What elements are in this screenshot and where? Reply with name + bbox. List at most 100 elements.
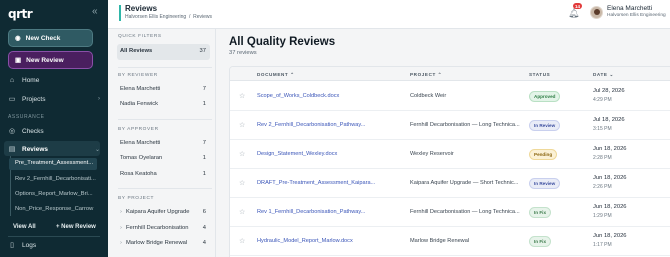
column-header-label: PROJECT	[410, 72, 436, 77]
filter-count: 7	[202, 86, 206, 92]
new-review-link[interactable]: + New Review	[56, 224, 96, 230]
log-icon: ▯	[10, 242, 14, 249]
status-badge: In Fix	[529, 236, 551, 247]
view-all-link[interactable]: View All	[13, 224, 36, 230]
by-reviewer-label: BY REVIEWER	[118, 73, 158, 78]
filter-approver[interactable]: Rosa Keatoha 1	[120, 171, 206, 177]
home-icon: ⌂	[9, 77, 15, 84]
document-link[interactable]: Rev 2_Fernhill_Decarbonisation_Pathway..…	[257, 122, 397, 128]
app-logo[interactable]: qrtr	[8, 7, 33, 21]
star-icon[interactable]: ☆	[239, 121, 245, 129]
recent-review-item[interactable]: Non_Price_Response_Carrow	[15, 206, 97, 212]
chevron-right-icon: ›	[120, 240, 122, 246]
filter-project[interactable]: › Kaipara Aquifer Upgrade 6	[120, 209, 206, 215]
reviews-count: 37 reviews	[229, 50, 257, 56]
filter-count: 6	[202, 209, 206, 215]
filter-project[interactable]: › Marlow Bridge Renewal 4	[120, 240, 206, 246]
check-circle-icon: ◉	[15, 35, 21, 42]
by-project-label: BY PROJECT	[118, 196, 155, 201]
column-header-project[interactable]: PROJECT ⌃	[410, 72, 442, 78]
filter-approver[interactable]: Elena Marchetti 7	[120, 140, 206, 146]
page-title: Reviews	[125, 4, 158, 13]
filter-count: 37	[199, 48, 206, 54]
document-plus-icon: ▣	[15, 57, 22, 64]
document-link[interactable]: Scope_of_Works_Coldbeck.docx	[257, 93, 397, 99]
new-check-label: New Check	[25, 34, 61, 42]
nav-projects[interactable]: ▭ Projects ›	[8, 95, 100, 104]
time-cell: 2:28 PM	[593, 155, 612, 161]
bell-icon[interactable]: 🔔︎	[568, 8, 579, 19]
avatar[interactable]	[590, 6, 603, 19]
recent-review-item[interactable]: Pre_Treatment_Assessment...	[15, 160, 97, 166]
new-review-label: New Review	[26, 56, 64, 64]
filter-label: Fernhill Decarbonisation	[125, 225, 189, 231]
nav-logs[interactable]: ▯ Logs	[8, 241, 100, 250]
new-review-button[interactable]: ▣ New Review	[8, 51, 93, 69]
reviews-table: DOCUMENT ⌃ PROJECT ⌃ STATUS DATE ⌄ ☆ Scop…	[229, 66, 670, 257]
table-row[interactable]: ☆ Scope_of_Works_Coldbeck.docx Coldbeck We…	[230, 82, 670, 111]
nav-checks[interactable]: ◎ Checks	[8, 127, 100, 136]
nav-reviews[interactable]: ▤ Reviews ⌄	[8, 145, 100, 154]
filter-label: Nadia Fenwick	[120, 101, 159, 107]
filter-pane: QUICK FILTERS All Reviews 37 BY REVIEWER…	[108, 29, 216, 257]
status-badge: In Review	[529, 178, 561, 189]
star-icon[interactable]: ☆	[239, 92, 245, 100]
table-row[interactable]: ☆ DRAFT_Pre-Treatment_Assessment_Kaipara.…	[230, 169, 670, 198]
date-cell: Jun 18, 2026	[593, 233, 627, 239]
filter-label: Kaipara Aquifer Upgrade	[125, 209, 190, 215]
column-header-date[interactable]: DATE ⌄	[593, 72, 614, 78]
document-link[interactable]: DRAFT_Pre-Treatment_Assessment_Kaipara..…	[257, 180, 397, 186]
filter-all-reviews[interactable]: All Reviews 37	[120, 48, 206, 54]
table-row[interactable]: ☆ Rev 2_Fernhill_Decarbonisation_Pathway.…	[230, 111, 670, 140]
breadcrumb-org[interactable]: Halvorsen Ellis Engineering	[125, 14, 186, 20]
recent-review-item[interactable]: Options_Report_Marlow_Bri...	[15, 191, 97, 197]
recent-review-item[interactable]: Rev 2_Fernhill_Decarbonisati...	[15, 176, 97, 182]
time-cell: 3:15 PM	[593, 126, 612, 132]
collapse-sidebar-icon[interactable]: «	[92, 6, 98, 17]
time-cell: 1:29 PM	[593, 213, 612, 219]
date-cell: Jul 28, 2026	[593, 88, 625, 94]
sort-desc-icon: ⌄	[609, 72, 614, 77]
table-row[interactable]: ☆ Design_Statement_Wexley.docx Wexley Rese…	[230, 140, 670, 169]
star-icon[interactable]: ☆	[239, 179, 245, 187]
time-cell: 4:29 PM	[593, 97, 612, 103]
new-check-button[interactable]: ◉ New Check	[8, 29, 93, 47]
document-link[interactable]: Design_Statement_Wexley.docx	[257, 151, 397, 157]
date-cell: Jul 18, 2026	[593, 117, 625, 123]
filter-label: All Reviews	[120, 48, 153, 54]
header-accent-bar	[119, 5, 121, 21]
filter-label: Elena Marchetti	[120, 86, 161, 92]
chevron-right-icon: ›	[120, 209, 122, 215]
table-row[interactable]: ☆ Hydraulic_Model_Report_Marlow.docx Marlo…	[230, 227, 670, 256]
filter-count: 1	[202, 171, 206, 177]
folder-icon: ▭	[8, 96, 16, 103]
star-icon[interactable]: ☆	[239, 208, 245, 216]
star-icon[interactable]: ☆	[239, 237, 245, 245]
column-header-status[interactable]: STATUS	[529, 72, 550, 77]
filter-count: 1	[202, 101, 206, 107]
top-header: Reviews Halvorsen Ellis Engineering / Re…	[108, 0, 670, 29]
sort-icon: ⌃	[437, 72, 443, 77]
column-header-document[interactable]: DOCUMENT ⌃	[257, 72, 295, 78]
project-cell: Coldbeck Weir	[410, 93, 447, 99]
status-badge: In Review	[529, 120, 561, 131]
user-name[interactable]: Elena Marchetti	[607, 5, 652, 12]
filter-divider	[118, 119, 212, 120]
filter-project[interactable]: › Fernhill Decarbonisation 4	[120, 225, 206, 231]
filter-approver[interactable]: Tomas Oyelaran 1	[120, 155, 206, 161]
notification-count-badge: 14	[573, 3, 583, 9]
date-cell: Jun 18, 2026	[593, 146, 627, 152]
nav-home[interactable]: ⌂ Home	[8, 77, 100, 84]
filter-count: 7	[202, 140, 206, 146]
filter-reviewer[interactable]: Nadia Fenwick 1	[120, 101, 206, 107]
star-icon[interactable]: ☆	[239, 150, 245, 158]
table-row[interactable]: ☆ Rev 1_Fernhill_Decarbonisation_Pathway.…	[230, 198, 670, 227]
nav-checks-label: Checks	[22, 127, 44, 135]
document-link[interactable]: Hydraulic_Model_Report_Marlow.docx	[257, 238, 397, 244]
project-cell: Marlow Bridge Renewal	[410, 238, 470, 244]
main-content: All Quality Reviews 37 reviews DOCUMENT …	[216, 29, 670, 257]
by-approver-label: BY APPROVER	[118, 127, 159, 132]
filter-reviewer[interactable]: Elena Marchetti 7	[120, 86, 206, 92]
quick-filters-label: QUICK FILTERS	[118, 34, 162, 39]
document-link[interactable]: Rev 1_Fernhill_Decarbonisation_Pathway..…	[257, 209, 397, 215]
